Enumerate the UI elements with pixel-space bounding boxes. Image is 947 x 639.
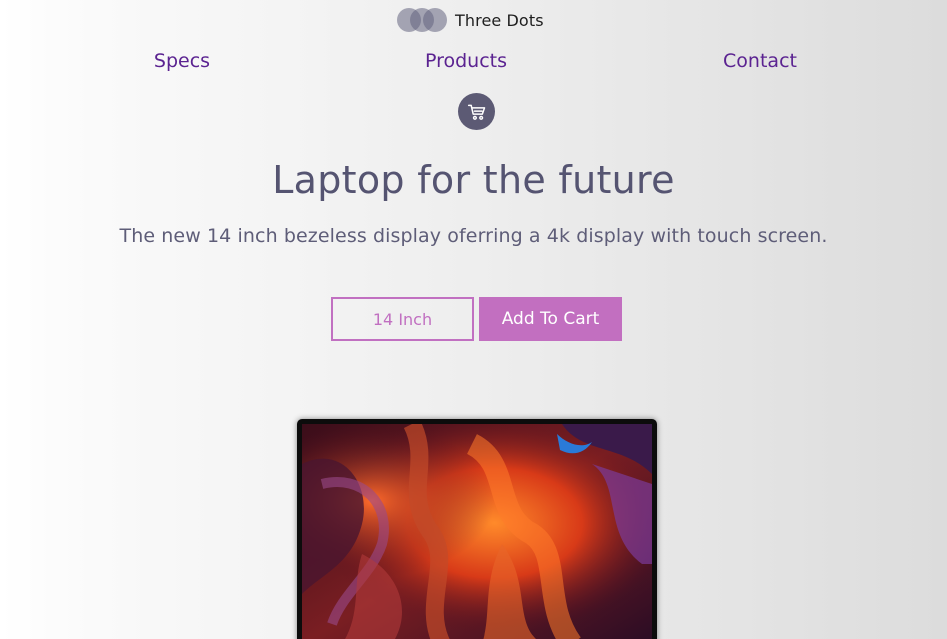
laptop-image [297, 419, 657, 639]
brand-logo[interactable]: Three Dots [397, 7, 544, 33]
canyon-wallpaper-image [302, 424, 652, 639]
cart-button[interactable] [458, 93, 495, 130]
three-dots-logo-icon [397, 7, 447, 33]
hero-title: Laptop for the future [272, 158, 675, 202]
add-to-cart-button[interactable]: Add To Cart [479, 297, 622, 341]
laptop-screen [302, 424, 652, 639]
nav-link-products[interactable]: Products [425, 50, 507, 72]
size-option-button[interactable]: 14 Inch [331, 297, 474, 341]
hero-subtitle: The new 14 inch bezeless display oferrin… [119, 225, 828, 247]
shopping-cart-icon [467, 104, 485, 120]
nav-link-specs[interactable]: Specs [154, 50, 210, 72]
brand-name: Three Dots [455, 10, 544, 30]
nav-link-contact[interactable]: Contact [723, 50, 797, 72]
